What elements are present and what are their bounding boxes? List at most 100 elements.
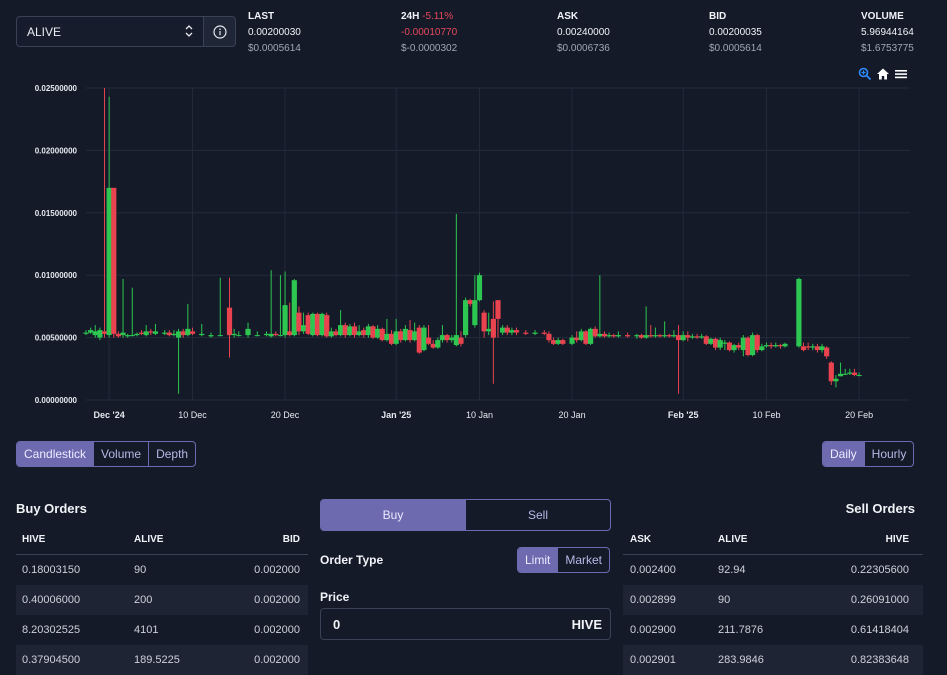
select-arrows-icon xyxy=(185,25,193,37)
candle-body xyxy=(726,342,733,351)
x-tick-label: 10 Jan xyxy=(466,410,493,420)
candle-body xyxy=(310,313,316,336)
price-input[interactable]: 0 HIVE xyxy=(320,608,611,640)
candle-body xyxy=(236,335,242,337)
candle-body xyxy=(504,327,510,333)
candle-body xyxy=(699,336,705,338)
candle-body xyxy=(356,331,362,336)
sell-order-row[interactable]: 0.002901 283.9846 0.82383648 xyxy=(623,645,923,675)
candle-body xyxy=(175,331,182,338)
candle-body xyxy=(152,331,159,334)
order-type-label: Order Type xyxy=(320,553,384,567)
candle-body xyxy=(777,345,783,347)
candle-body xyxy=(370,326,376,338)
x-tick-label: 20 Feb xyxy=(845,410,873,420)
buy-col-bid: BID xyxy=(282,533,300,545)
candle-body xyxy=(847,372,853,374)
y-tick-label: 0.00000000 xyxy=(35,396,78,405)
candle-body xyxy=(430,343,436,348)
stat-bid: BID 0.00200035 $0.0005614 xyxy=(709,9,762,57)
sell-tab[interactable]: Sell xyxy=(465,500,610,530)
sell-row-alive: 90 xyxy=(718,594,731,606)
daily-button[interactable]: Daily xyxy=(823,442,864,466)
candle-body xyxy=(694,336,700,338)
sell-order-row[interactable]: 0.002400 92.94 0.22305600 xyxy=(623,555,923,585)
candlestick-chart-svg[interactable]: 0.02500000 0.02000000 0.01500000 0.01000000… xyxy=(0,64,947,432)
candle-body xyxy=(606,335,612,337)
candle-body xyxy=(495,300,501,319)
candle-body xyxy=(328,331,334,337)
y-tick-label: 0.02000000 xyxy=(35,146,78,155)
candle-body xyxy=(652,335,658,337)
sell-row-ask: 0.002899 xyxy=(630,594,676,606)
x-tick-label: Feb '25 xyxy=(668,410,699,420)
candle-body xyxy=(425,337,432,344)
candle-body xyxy=(805,346,811,348)
candle-body xyxy=(111,187,117,334)
candle-body xyxy=(662,335,668,337)
candle-body xyxy=(398,331,404,341)
candle-body xyxy=(277,335,284,337)
candle-body xyxy=(476,275,483,301)
candle-body xyxy=(166,332,172,336)
depth-button[interactable]: Depth xyxy=(148,442,195,466)
candle-body xyxy=(171,333,177,336)
menu-icon[interactable] xyxy=(894,67,908,81)
candle-body xyxy=(351,326,358,336)
candle-body xyxy=(319,313,325,336)
hourly-button[interactable]: Hourly xyxy=(863,442,914,466)
candlestick-button[interactable]: Candlestick xyxy=(17,442,94,466)
candle-body xyxy=(435,340,441,348)
candle-body xyxy=(472,300,478,326)
buy-row-hive: 0.18003150 xyxy=(22,564,81,576)
candle-body xyxy=(208,335,214,337)
info-button[interactable] xyxy=(204,16,236,47)
candle-body xyxy=(101,331,108,334)
candle-body xyxy=(245,328,251,336)
market-button[interactable]: Market xyxy=(557,548,609,572)
stat-bid-value: 0.00200035 xyxy=(709,27,762,38)
candle-body xyxy=(217,335,223,337)
candle-body xyxy=(134,333,140,336)
buy-order-row[interactable]: 0.18003150 90 0.002000 xyxy=(16,555,308,585)
buy-order-row[interactable]: 8.20302525 4101 0.002000 xyxy=(16,615,308,645)
buy-order-row[interactable]: 0.37904500 189.5225 0.002000 xyxy=(16,645,308,675)
candle-body xyxy=(185,328,191,336)
candle-body xyxy=(833,378,839,382)
buy-order-row[interactable]: 0.40006000 200 0.002000 xyxy=(16,585,308,615)
candle-body xyxy=(837,373,844,377)
candle-body xyxy=(129,335,135,337)
home-icon[interactable] xyxy=(876,67,890,81)
buy-row-hive: 0.37904500 xyxy=(22,654,81,666)
candle-body xyxy=(685,335,691,338)
candle-body xyxy=(509,330,515,333)
sell-order-row[interactable]: 0.002899 90 0.26091000 xyxy=(623,585,923,615)
candle-body xyxy=(83,332,89,334)
candle-body xyxy=(546,333,552,341)
candle-body xyxy=(125,335,131,337)
candle-body xyxy=(189,331,196,334)
chart-type-toggle: Candlestick Volume Depth xyxy=(16,441,197,467)
sell-order-row[interactable]: 0.002900 211.7876 0.61418404 xyxy=(623,615,923,645)
stat-bid-label: BID xyxy=(709,11,727,22)
stat-24h-pct: -5.11% xyxy=(422,11,454,22)
limit-button[interactable]: Limit xyxy=(518,548,558,572)
candle-body xyxy=(300,325,307,332)
sell-col-hive: HIVE xyxy=(885,533,909,545)
price-chart[interactable]: 0.02500000 0.02000000 0.01500000 0.01000000… xyxy=(0,64,947,432)
magnifier-icon[interactable] xyxy=(858,67,872,81)
stat-volume-label: VOLUME xyxy=(861,11,904,22)
candle-body xyxy=(597,333,603,337)
candle-body xyxy=(287,331,293,336)
candle-body xyxy=(407,330,413,341)
volume-button[interactable]: Volume xyxy=(93,442,148,466)
x-tick-label: 10 Feb xyxy=(752,410,780,420)
x-tick-label: 20 Dec xyxy=(271,410,300,420)
sell-orders-header: ASK ALIVE HIVE xyxy=(623,524,923,555)
candle-body xyxy=(282,305,288,336)
candle-body xyxy=(712,338,719,348)
token-select[interactable]: ALIVE xyxy=(16,16,204,47)
sell-row-hive: 0.61418404 xyxy=(850,624,909,636)
price-value[interactable]: 0 xyxy=(333,617,340,632)
buy-tab[interactable]: Buy xyxy=(321,500,465,530)
